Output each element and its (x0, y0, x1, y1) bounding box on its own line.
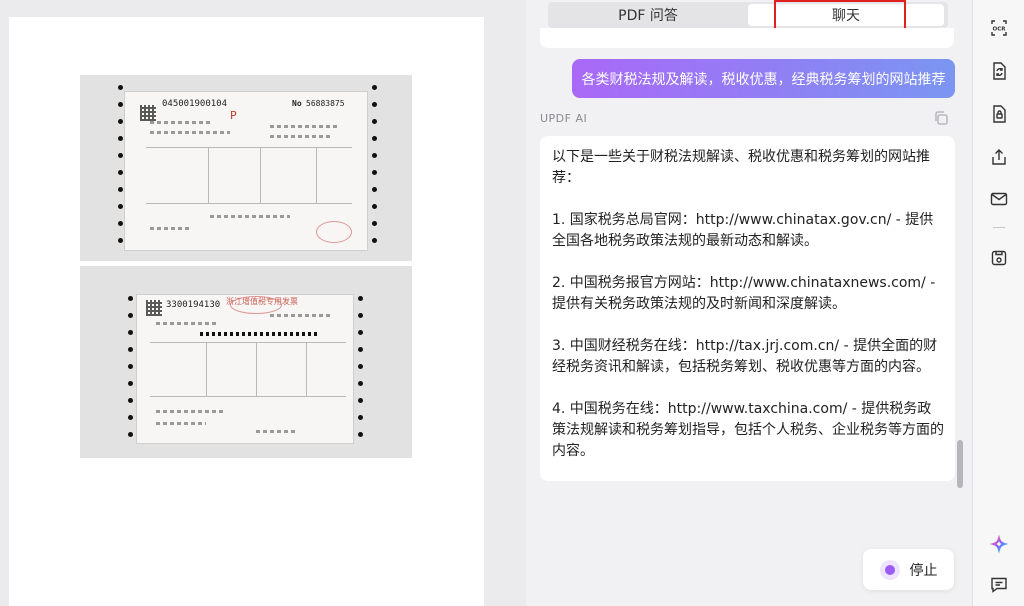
convert-icon[interactable] (988, 60, 1010, 82)
copy-icon[interactable] (933, 110, 949, 126)
invoice-number-prefix: No (292, 99, 302, 108)
invoice-code: 3300194130 (166, 300, 221, 310)
comment-icon[interactable] (988, 574, 1010, 596)
invoice-image-2: 3300194130 浙江增值税专用发票 (80, 266, 412, 458)
tab-pdf-qa[interactable]: PDF 问答 (548, 2, 748, 28)
redacted-text (200, 332, 320, 336)
user-message: 各类财税法规及解读，税收优惠，经典税务筹划的网站推荐 (572, 59, 955, 98)
invoice-image-1: 045001900104 P No 56883875 (80, 75, 412, 261)
pdf-page: 045001900104 P No 56883875 3300194130 浙江… (9, 17, 484, 606)
previous-message-card (540, 28, 954, 48)
pdf-viewer[interactable]: 045001900104 P No 56883875 3300194130 浙江… (0, 0, 526, 606)
invoice-number: 56883875 (306, 99, 345, 108)
print-text (150, 227, 190, 230)
ai-chat-panel: PDF 问答 聊天 各类财税法规及解读，税收优惠，经典税务筹划的网站推荐 UPD… (526, 0, 972, 606)
stop-button[interactable]: 停止 (863, 549, 954, 590)
mail-icon[interactable] (988, 188, 1010, 210)
ocr-icon[interactable]: OCR (988, 17, 1010, 39)
table-line (306, 342, 307, 396)
print-text (256, 430, 296, 433)
qr-code (146, 300, 162, 316)
mode-tabs: PDF 问答 聊天 (548, 2, 948, 28)
ai-response-text: 以下是一些关于财税法规解读、税收优惠和税务筹划的网站推荐： 1. 国家税务总局官… (552, 149, 944, 459)
invoice-code: 045001900104 (162, 99, 228, 109)
print-text (150, 131, 230, 134)
tractor-holes-right (372, 85, 378, 243)
stop-label: 停止 (909, 562, 938, 579)
stop-icon (879, 559, 900, 580)
svg-text:OCR: OCR (993, 27, 1007, 33)
tab-chat[interactable]: 聊天 (748, 4, 944, 26)
print-text (270, 314, 330, 317)
print-text (156, 422, 206, 425)
tractor-holes-right (358, 296, 364, 437)
print-text (150, 121, 210, 124)
qr-code (140, 105, 156, 121)
table-line (256, 342, 257, 396)
ai-response-card: 以下是一些关于财税法规解读、税收优惠和税务筹划的网站推荐： 1. 国家税务总局官… (540, 136, 955, 481)
invoice-mark: P (230, 109, 237, 122)
table-line (150, 396, 346, 397)
table-line (260, 147, 261, 203)
right-toolbar: OCR (972, 0, 1024, 606)
seal-stamp (316, 221, 352, 243)
table-line (206, 342, 207, 396)
table-line (150, 342, 346, 343)
updf-ai-icon[interactable] (988, 533, 1010, 555)
ai-label: UPDF AI (540, 112, 588, 125)
share-icon[interactable] (988, 146, 1010, 168)
print-text (156, 410, 226, 413)
tractor-holes-left (128, 296, 134, 437)
table-line (316, 147, 317, 203)
table-line (208, 147, 209, 203)
table-line (146, 147, 352, 148)
save-icon[interactable] (988, 247, 1010, 269)
print-text (210, 215, 290, 218)
protect-icon[interactable] (988, 103, 1010, 125)
print-text (270, 135, 330, 138)
header-stamp (230, 296, 282, 314)
table-line (146, 203, 352, 204)
print-text (270, 125, 340, 128)
toolbar-divider (993, 227, 1005, 228)
print-text (156, 322, 216, 325)
chat-scrollbar[interactable] (957, 440, 963, 488)
